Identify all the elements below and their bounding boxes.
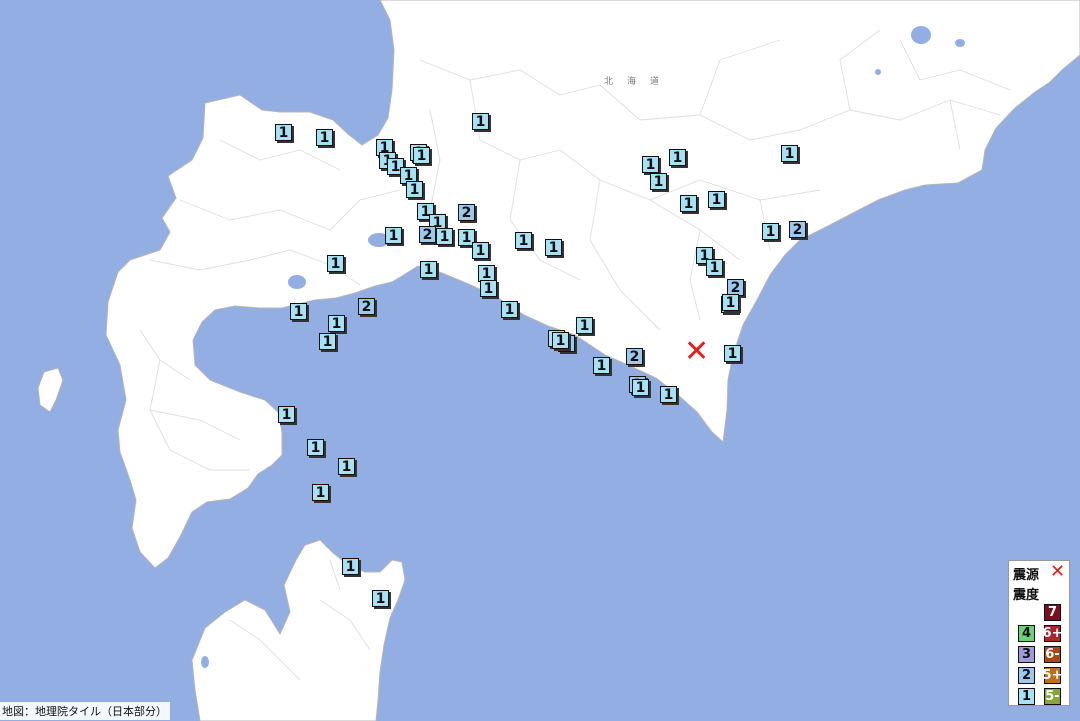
station-intensity-marker[interactable]: 1 [576,317,593,334]
legend-swatch: 4 [1018,625,1035,642]
station-intensity-marker[interactable]: 1 [545,239,562,256]
station-intensity-marker[interactable]: 1 [275,124,292,141]
station-intensity-marker[interactable]: 1 [706,259,723,276]
map-credit: 地図：地理院タイル（日本部分） [0,702,170,720]
station-intensity-marker[interactable]: 1 [762,223,779,240]
station-intensity-marker[interactable]: 1 [372,590,389,607]
legend-intensity-label: 震度 [1013,588,1040,603]
station-intensity-marker[interactable]: 1 [515,232,532,249]
station-intensity-marker[interactable]: 1 [338,458,355,475]
station-intensity-marker[interactable]: 1 [480,280,497,297]
station-intensity-marker[interactable]: 1 [278,406,295,423]
legend-swatch: 7 [1044,604,1061,621]
station-intensity-marker[interactable]: 1 [708,191,725,208]
station-intensity-marker[interactable]: 1 [316,129,333,146]
station-intensity-marker[interactable]: 1 [436,228,453,245]
legend-swatch: 1 [1018,688,1035,705]
epicenter-icon[interactable]: ✕ [684,337,709,367]
station-intensity-marker[interactable]: 1 [660,386,677,403]
station-intensity-marker[interactable]: 1 [724,345,741,362]
legend-swatch: 5- [1044,688,1061,705]
station-intensity-marker[interactable]: 1 [472,242,489,259]
station-intensity-marker[interactable]: 1 [312,484,329,501]
legend-swatch: 5+ [1042,667,1063,684]
station-intensity-marker[interactable]: 1 [307,439,324,456]
station-intensity-marker[interactable]: 1 [593,357,610,374]
station-intensity-marker[interactable]: 1 [680,195,697,212]
station-intensity-marker[interactable]: 1 [385,227,402,244]
station-intensity-marker[interactable]: 1 [552,332,569,349]
region-label: 北海道 [604,77,674,87]
legend-swatch: 3 [1018,646,1035,663]
station-intensity-marker[interactable]: 1 [642,156,659,173]
station-intensity-marker[interactable]: 2 [419,226,436,243]
station-intensity-marker[interactable]: 1 [781,145,798,162]
station-intensity-marker[interactable]: 1 [342,558,359,575]
legend-swatch: 6+ [1042,625,1063,642]
station-intensity-marker[interactable]: 1 [290,303,307,320]
station-intensity-marker[interactable]: 1 [722,294,739,311]
station-intensity-marker[interactable]: 1 [327,255,344,272]
legend-epicenter-icon: ✕ [1050,561,1066,582]
station-intensity-marker[interactable]: 1 [413,147,430,164]
legend-swatch: 2 [1018,667,1035,684]
station-intensity-marker[interactable]: 1 [669,149,686,166]
station-intensity-marker[interactable]: 2 [458,204,475,221]
station-intensity-marker[interactable]: 2 [789,221,806,238]
station-intensity-marker[interactable]: 2 [626,348,643,365]
station-intensity-marker[interactable]: 1 [501,301,518,318]
station-intensity-marker[interactable]: 1 [319,333,336,350]
legend: 震源 ✕ 震度 7 6+ 6- 5+ 5- 4 3 2 1 [1008,560,1070,706]
base-map [0,0,1080,721]
station-intensity-marker[interactable]: 1 [420,261,437,278]
station-intensity-marker[interactable]: 1 [650,173,667,190]
intensity-map[interactable]: 北海道 111111111112211111111111111111211212… [0,0,1080,721]
station-intensity-marker[interactable]: 1 [406,181,423,198]
station-intensity-marker[interactable]: 2 [358,298,375,315]
legend-swatch: 6- [1044,646,1061,663]
legend-epicenter-label: 震源 [1013,568,1040,583]
station-intensity-marker[interactable]: 1 [632,379,649,396]
station-intensity-marker[interactable]: 1 [472,113,489,130]
station-intensity-marker[interactable]: 1 [328,315,345,332]
